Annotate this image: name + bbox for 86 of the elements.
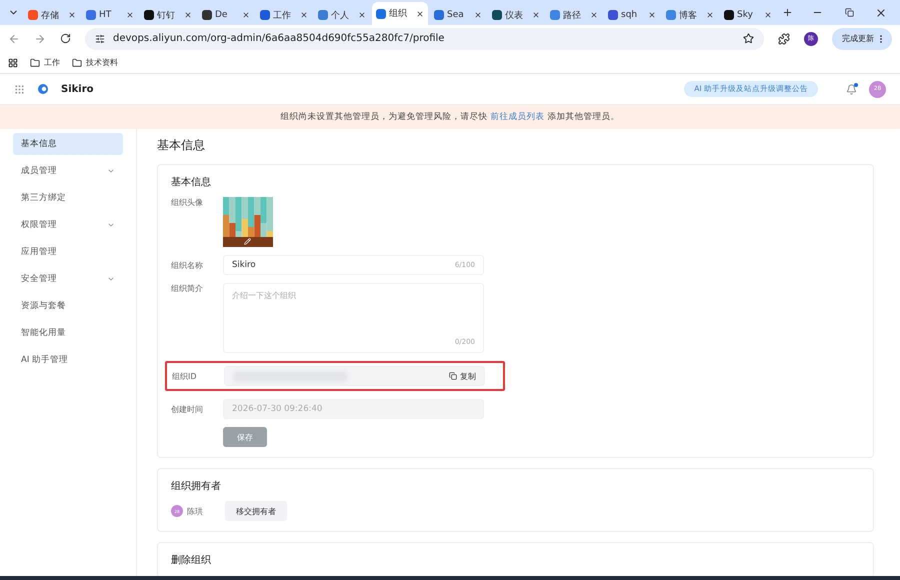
sidebar-item[interactable]: 权限管理 <box>13 214 123 236</box>
restore-icon <box>844 8 854 17</box>
site-icon <box>492 10 502 20</box>
field-label: 创建时间 <box>171 404 204 414</box>
close-icon[interactable] <box>764 11 772 19</box>
close-icon[interactable] <box>126 11 134 19</box>
browser-tab[interactable]: 钉钉 <box>140 5 196 25</box>
sidebar-item[interactable]: 智能化用量 <box>13 322 123 344</box>
card-title: 组织拥有者 <box>171 480 222 493</box>
close-icon[interactable] <box>648 11 656 19</box>
browser-tab[interactable]: 仪表 <box>488 5 544 25</box>
site-icon <box>202 10 212 20</box>
close-icon[interactable] <box>416 10 424 18</box>
browser-tab[interactable]: 存储 <box>24 5 80 25</box>
notification-button[interactable] <box>846 84 857 94</box>
site-icon <box>318 10 328 20</box>
sidebar-item[interactable]: 第三方绑定 <box>13 187 123 209</box>
banner-text: 组织尚未设置其他管理员，为避免管理风险，请尽快 <box>280 111 488 123</box>
address-bar[interactable]: devops.aliyun.com/org-admin/6a6aa8504d690fc55a280fc7/profile <box>85 28 764 50</box>
apps-icon[interactable] <box>8 58 18 68</box>
site-icon <box>434 10 444 20</box>
browser-tab[interactable]: 路径 <box>546 5 602 25</box>
site-icon <box>724 10 734 20</box>
close-icon[interactable] <box>300 11 308 19</box>
app-grid-icon[interactable] <box>14 84 25 94</box>
site-icon <box>666 10 676 20</box>
member-list-link[interactable]: 前往成员列表 <box>490 111 544 123</box>
close-icon[interactable] <box>706 11 714 19</box>
browser-tab[interactable]: 个人 <box>314 5 370 25</box>
page-title: 基本信息 <box>157 137 206 154</box>
field-label: 组织ID <box>172 370 198 382</box>
field-label: 组织名称 <box>171 260 204 270</box>
org-avatar[interactable] <box>223 197 273 247</box>
copy-button[interactable]: 复制 <box>449 370 476 382</box>
close-icon <box>875 6 887 18</box>
site-icon <box>376 8 386 18</box>
update-button[interactable]: 完成更新 <box>832 28 892 50</box>
bookmark-folder[interactable]: 工作 <box>30 57 60 68</box>
back-button[interactable] <box>8 32 20 44</box>
close-icon[interactable] <box>474 11 482 19</box>
browser-tab[interactable]: Sky <box>720 5 776 25</box>
site-icon <box>550 10 560 20</box>
card-title: 基本信息 <box>171 176 212 189</box>
browser-tab[interactable]: Sea <box>430 5 486 25</box>
site-icon <box>86 10 96 20</box>
browser-tab[interactable]: 工作 <box>256 5 312 25</box>
browser-tab[interactable]: sqh <box>604 5 660 25</box>
org-name: Sikiro <box>61 84 95 94</box>
sidebar-item[interactable]: 资源与套餐 <box>13 295 123 317</box>
sidebar-item[interactable]: 成员管理 <box>13 160 123 182</box>
folder-icon <box>30 58 40 68</box>
sidebar-item[interactable]: 应用管理 <box>13 241 123 263</box>
close-icon[interactable] <box>358 11 366 19</box>
bookmark-folder[interactable]: 技术资料 <box>72 57 118 68</box>
close-icon[interactable] <box>68 11 76 19</box>
owner-name: 陈珙 <box>187 506 203 516</box>
folder-icon <box>72 58 82 68</box>
close-icon[interactable] <box>242 11 250 19</box>
transfer-owner-button[interactable]: 移交拥有者 <box>225 501 287 521</box>
logo-icon <box>37 83 49 95</box>
browser-tab[interactable]: 组织 <box>372 2 428 25</box>
created-time-field: 2026-07-30 09:26:40 <box>223 399 484 419</box>
reload-button[interactable] <box>60 33 71 44</box>
card-title: 删除组织 <box>171 554 212 567</box>
site-settings-icon[interactable] <box>95 34 105 44</box>
browser-tab[interactable]: HT <box>82 5 138 25</box>
edit-icon[interactable] <box>244 238 251 245</box>
browser-tab[interactable]: De <box>198 5 254 25</box>
banner-text: 添加其他管理员。 <box>548 111 620 123</box>
copy-icon <box>449 372 457 380</box>
close-icon[interactable] <box>532 11 540 19</box>
close-icon[interactable] <box>590 11 598 19</box>
forward-button[interactable] <box>34 32 46 44</box>
site-icon <box>28 10 38 20</box>
site-icon <box>144 10 154 20</box>
bookmark-star-icon[interactable] <box>743 33 754 44</box>
browser-tab[interactable]: 博客 <box>662 5 718 25</box>
sidebar-item[interactable]: 安全管理 <box>13 268 123 290</box>
site-icon <box>608 10 618 20</box>
sidebar-item[interactable]: 基本信息 <box>13 133 123 155</box>
extensions-button[interactable] <box>778 32 790 44</box>
field-label: 组织头像 <box>171 197 204 208</box>
close-icon[interactable] <box>184 11 192 19</box>
field-label: 组织简介 <box>171 283 204 294</box>
site-icon <box>260 10 270 20</box>
sidebar-item[interactable]: AI 助手管理 <box>13 349 123 371</box>
